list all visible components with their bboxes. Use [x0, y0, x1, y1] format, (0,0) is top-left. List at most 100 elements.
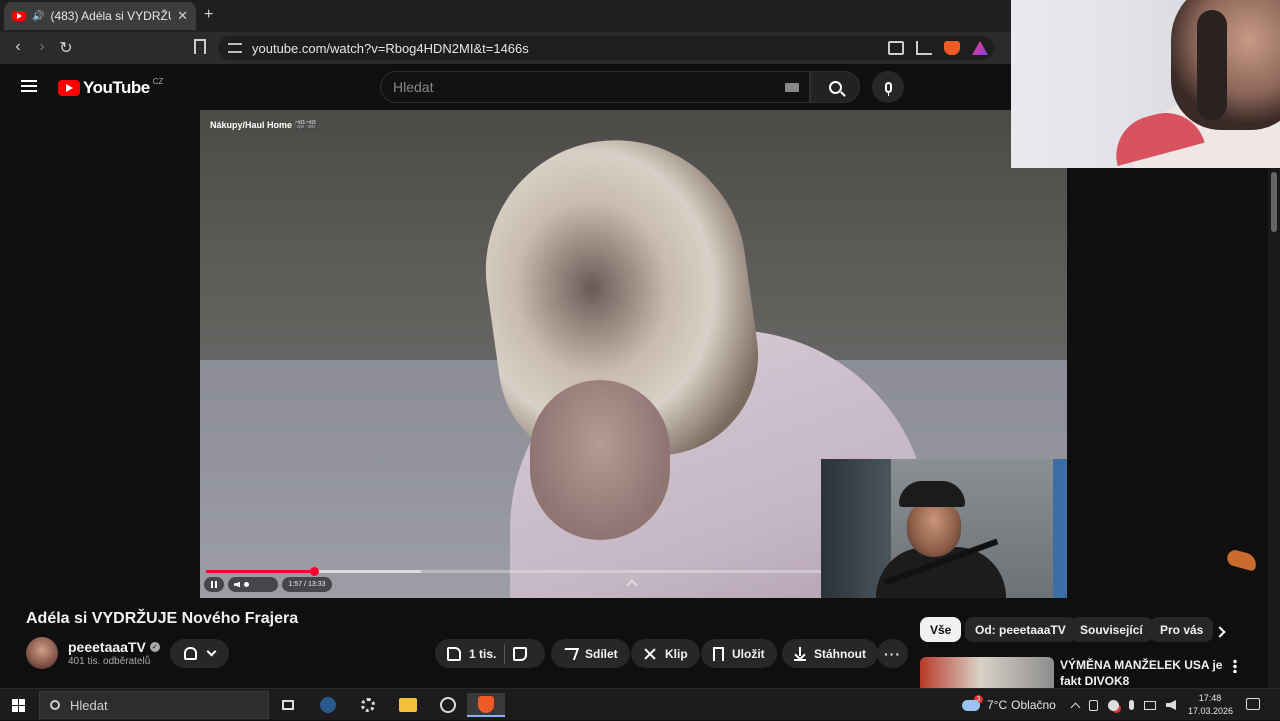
save-button[interactable]: Uložit — [701, 639, 777, 668]
chevron-down-icon — [206, 646, 217, 657]
recommendation-title[interactable]: VÝMĚNA MANŽELEK USA je fakt DIVOK8 — [1060, 657, 1230, 689]
system-clock[interactable]: 17:48 17.03.2026 — [1188, 692, 1234, 718]
taskbar-search-input[interactable]: Hledat — [39, 691, 269, 719]
volume-control[interactable] — [228, 577, 278, 592]
scrollbar-thumb[interactable] — [1271, 172, 1277, 232]
share-button[interactable]: Sdílet — [551, 639, 630, 668]
clip-button[interactable]: Klip — [631, 639, 700, 668]
chip-for-you[interactable]: Pro vás — [1150, 617, 1214, 642]
cast-icon[interactable] — [888, 41, 904, 55]
share-icon — [560, 647, 580, 660]
microphone-icon — [884, 81, 892, 96]
scissors-icon — [643, 647, 657, 661]
forward-arrow-icon[interactable]: › — [32, 38, 52, 56]
search-icon — [50, 700, 60, 710]
save-icon — [713, 646, 724, 661]
more-icon: ··· — [884, 645, 901, 662]
streamer-webcam — [821, 459, 1067, 598]
bookmark-icon[interactable] — [194, 39, 206, 54]
network-icon[interactable] — [1144, 700, 1156, 710]
microphone-icon[interactable] — [1129, 700, 1134, 710]
chevron-up-icon[interactable] — [1070, 702, 1081, 712]
volume-icon — [234, 581, 240, 588]
task-view-icon[interactable] — [276, 693, 300, 717]
clock-date: 17.03.2026 — [1188, 706, 1234, 716]
chevron-right-icon[interactable] — [1214, 626, 1226, 638]
dislike-icon[interactable] — [513, 646, 528, 661]
search-input[interactable]: Hledat — [380, 71, 810, 103]
voice-search-button[interactable] — [872, 71, 904, 103]
site-settings-icon[interactable] — [228, 43, 242, 53]
download-button[interactable]: Stáhnout — [782, 639, 878, 668]
settings-gear-icon[interactable] — [356, 693, 380, 717]
channel-avatar[interactable] — [26, 637, 58, 669]
windows-taskbar: Hledat 3 7°C Oblačno 17:48 17.03.2026 — [0, 688, 1280, 720]
like-count[interactable]: 1 tis. — [469, 647, 496, 661]
keyboard-icon[interactable] — [785, 83, 799, 92]
speaker-icon[interactable]: 🔊 — [32, 11, 44, 22]
search-button[interactable] — [810, 71, 860, 103]
youtube-favicon-icon — [12, 11, 26, 21]
webcam-overlay — [1011, 0, 1280, 168]
video-channel-watermark: Nákupy/Haul Home 🎬🎬 — [210, 120, 317, 130]
chip-from-channel[interactable]: Od: peeetaaaTV — [965, 617, 1076, 642]
recommendation-menu-icon[interactable] — [1233, 659, 1237, 673]
bell-icon — [183, 647, 197, 660]
download-icon — [794, 646, 806, 661]
chip-all[interactable]: Vše — [920, 617, 962, 642]
clock-time: 17:48 — [1198, 693, 1222, 703]
chip-related[interactable]: Související — [1070, 617, 1153, 642]
weather-temp: 7°C — [987, 698, 1008, 712]
tab-title: (483) Adéla si VYDRŽUJE Nov — [50, 9, 171, 23]
search-placeholder: Hledat — [393, 79, 434, 95]
pause-button[interactable] — [204, 577, 224, 592]
brave-browser-icon[interactable] — [467, 693, 505, 717]
brave-shields-icon[interactable] — [944, 41, 960, 55]
speaker-icon[interactable] — [1166, 700, 1176, 710]
pause-icon — [211, 581, 217, 588]
url-text: youtube.com/watch?v=Rbog4HDN2MI&t=1466s — [252, 40, 529, 56]
system-tray — [1070, 689, 1176, 721]
device-icon[interactable] — [1089, 699, 1098, 711]
clip-label: Klip — [665, 646, 688, 661]
subscriber-count: 401 tis. odběratelů — [68, 656, 151, 667]
steam-icon[interactable] — [316, 693, 340, 717]
volume-slider[interactable] — [244, 582, 249, 587]
app-record-icon[interactable] — [436, 693, 460, 717]
weather-text: Oblačno — [1011, 698, 1056, 712]
back-arrow-icon[interactable]: ‹ — [8, 38, 28, 56]
more-actions-button[interactable]: ··· — [877, 639, 908, 668]
country-code: CZ — [152, 76, 164, 86]
like-icon[interactable] — [447, 646, 461, 661]
progress-bar[interactable] — [206, 567, 821, 576]
channel-name-row[interactable]: peeetaaaTV ✓ — [68, 639, 160, 655]
recording-icon[interactable] — [1108, 699, 1119, 711]
share-page-icon[interactable] — [916, 41, 932, 55]
verified-badge-icon: ✓ — [149, 642, 160, 652]
floating-decoration-icon — [1225, 548, 1259, 572]
like-dislike-group: 1 tis. — [435, 639, 545, 668]
notification-bell-button[interactable] — [170, 639, 229, 668]
youtube-play-icon — [58, 80, 80, 96]
close-tab-icon[interactable]: ✕ — [177, 8, 188, 24]
time-display: 1:57 / 13:33 — [282, 577, 332, 592]
notifications-icon[interactable] — [1246, 698, 1260, 710]
page-scrollbar[interactable] — [1268, 168, 1280, 688]
share-label: Sdílet — [585, 646, 618, 661]
weather-widget[interactable]: 3 7°C Oblačno — [962, 689, 1056, 721]
url-field[interactable]: youtube.com/watch?v=Rbog4HDN2MI&t=1466s — [218, 36, 994, 60]
youtube-logo[interactable]: YouTube CZ — [58, 76, 164, 98]
search-icon — [828, 80, 842, 94]
reload-icon[interactable]: ↻ — [56, 38, 76, 58]
menu-icon[interactable] — [21, 80, 37, 92]
file-explorer-icon[interactable] — [396, 693, 420, 717]
new-tab-button[interactable]: + — [204, 6, 213, 24]
browser-tab[interactable]: 🔊 (483) Adéla si VYDRŽUJE Nov ✕ — [4, 2, 196, 30]
download-label: Stáhnout — [814, 646, 866, 661]
channel-name[interactable]: peeetaaaTV — [68, 639, 146, 655]
logo-wordmark: YouTube — [83, 78, 150, 97]
windows-start-icon[interactable] — [12, 699, 25, 712]
cloud-icon — [962, 699, 980, 711]
taskbar-search-placeholder: Hledat — [70, 697, 108, 713]
video-title: Adéla si VYDRŽUJE Nového Frajera — [26, 610, 299, 627]
